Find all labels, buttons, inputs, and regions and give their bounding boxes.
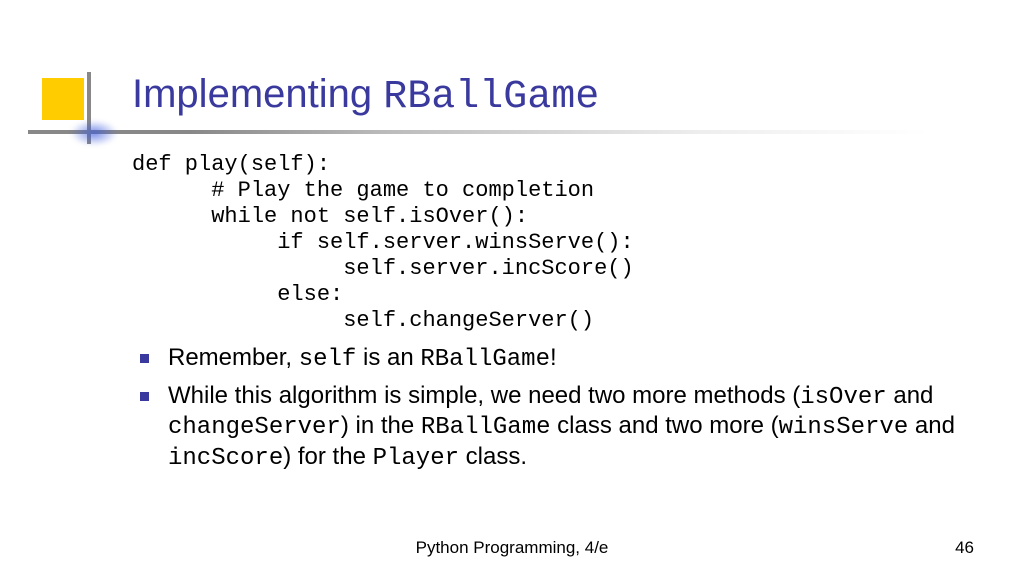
bullet-item: While this algorithm is simple, we need …	[140, 382, 964, 473]
slide-header: Implementing RBallGame	[0, 0, 1024, 132]
slide-title: Implementing RBallGame	[132, 72, 1024, 120]
horizontal-rule	[28, 130, 928, 134]
text-span: Remember,	[168, 344, 299, 371]
text-span: and	[887, 382, 934, 409]
bullet-item: Remember, self is an RBallGame!	[140, 344, 964, 374]
text-span: and	[908, 412, 955, 439]
text-span: !	[550, 344, 557, 371]
title-text: Implementing	[132, 72, 383, 116]
code-span: RBallGame	[421, 414, 551, 441]
text-span: is an	[356, 344, 420, 371]
code-span: winsServe	[779, 414, 909, 441]
code-span: changeServer	[168, 414, 341, 441]
text-span: class and two more (	[551, 412, 779, 439]
bullet-list: Remember, self is an RBallGame! While thi…	[132, 344, 964, 473]
code-block: def play(self): # Play the game to compl…	[132, 152, 964, 334]
footer-page-number: 46	[955, 538, 974, 558]
footer-center: Python Programming, 4/e	[416, 538, 609, 558]
slide-content: def play(self): # Play the game to compl…	[0, 132, 1024, 576]
title-code: RBallGame	[383, 75, 599, 120]
blue-accent-icon	[70, 120, 118, 146]
text-span: While this algorithm is simple, we need …	[168, 382, 800, 409]
text-span: ) for the	[283, 443, 372, 470]
code-span: RBallGame	[420, 346, 550, 373]
text-span: ) in the	[341, 412, 421, 439]
code-span: incScore	[168, 445, 283, 472]
slide: Implementing RBallGame def play(self): #…	[0, 0, 1024, 576]
code-span: Player	[373, 445, 459, 472]
code-span: isOver	[800, 384, 886, 411]
code-span: self	[299, 346, 357, 373]
accent-square-icon	[42, 78, 84, 120]
text-span: class.	[459, 443, 527, 470]
